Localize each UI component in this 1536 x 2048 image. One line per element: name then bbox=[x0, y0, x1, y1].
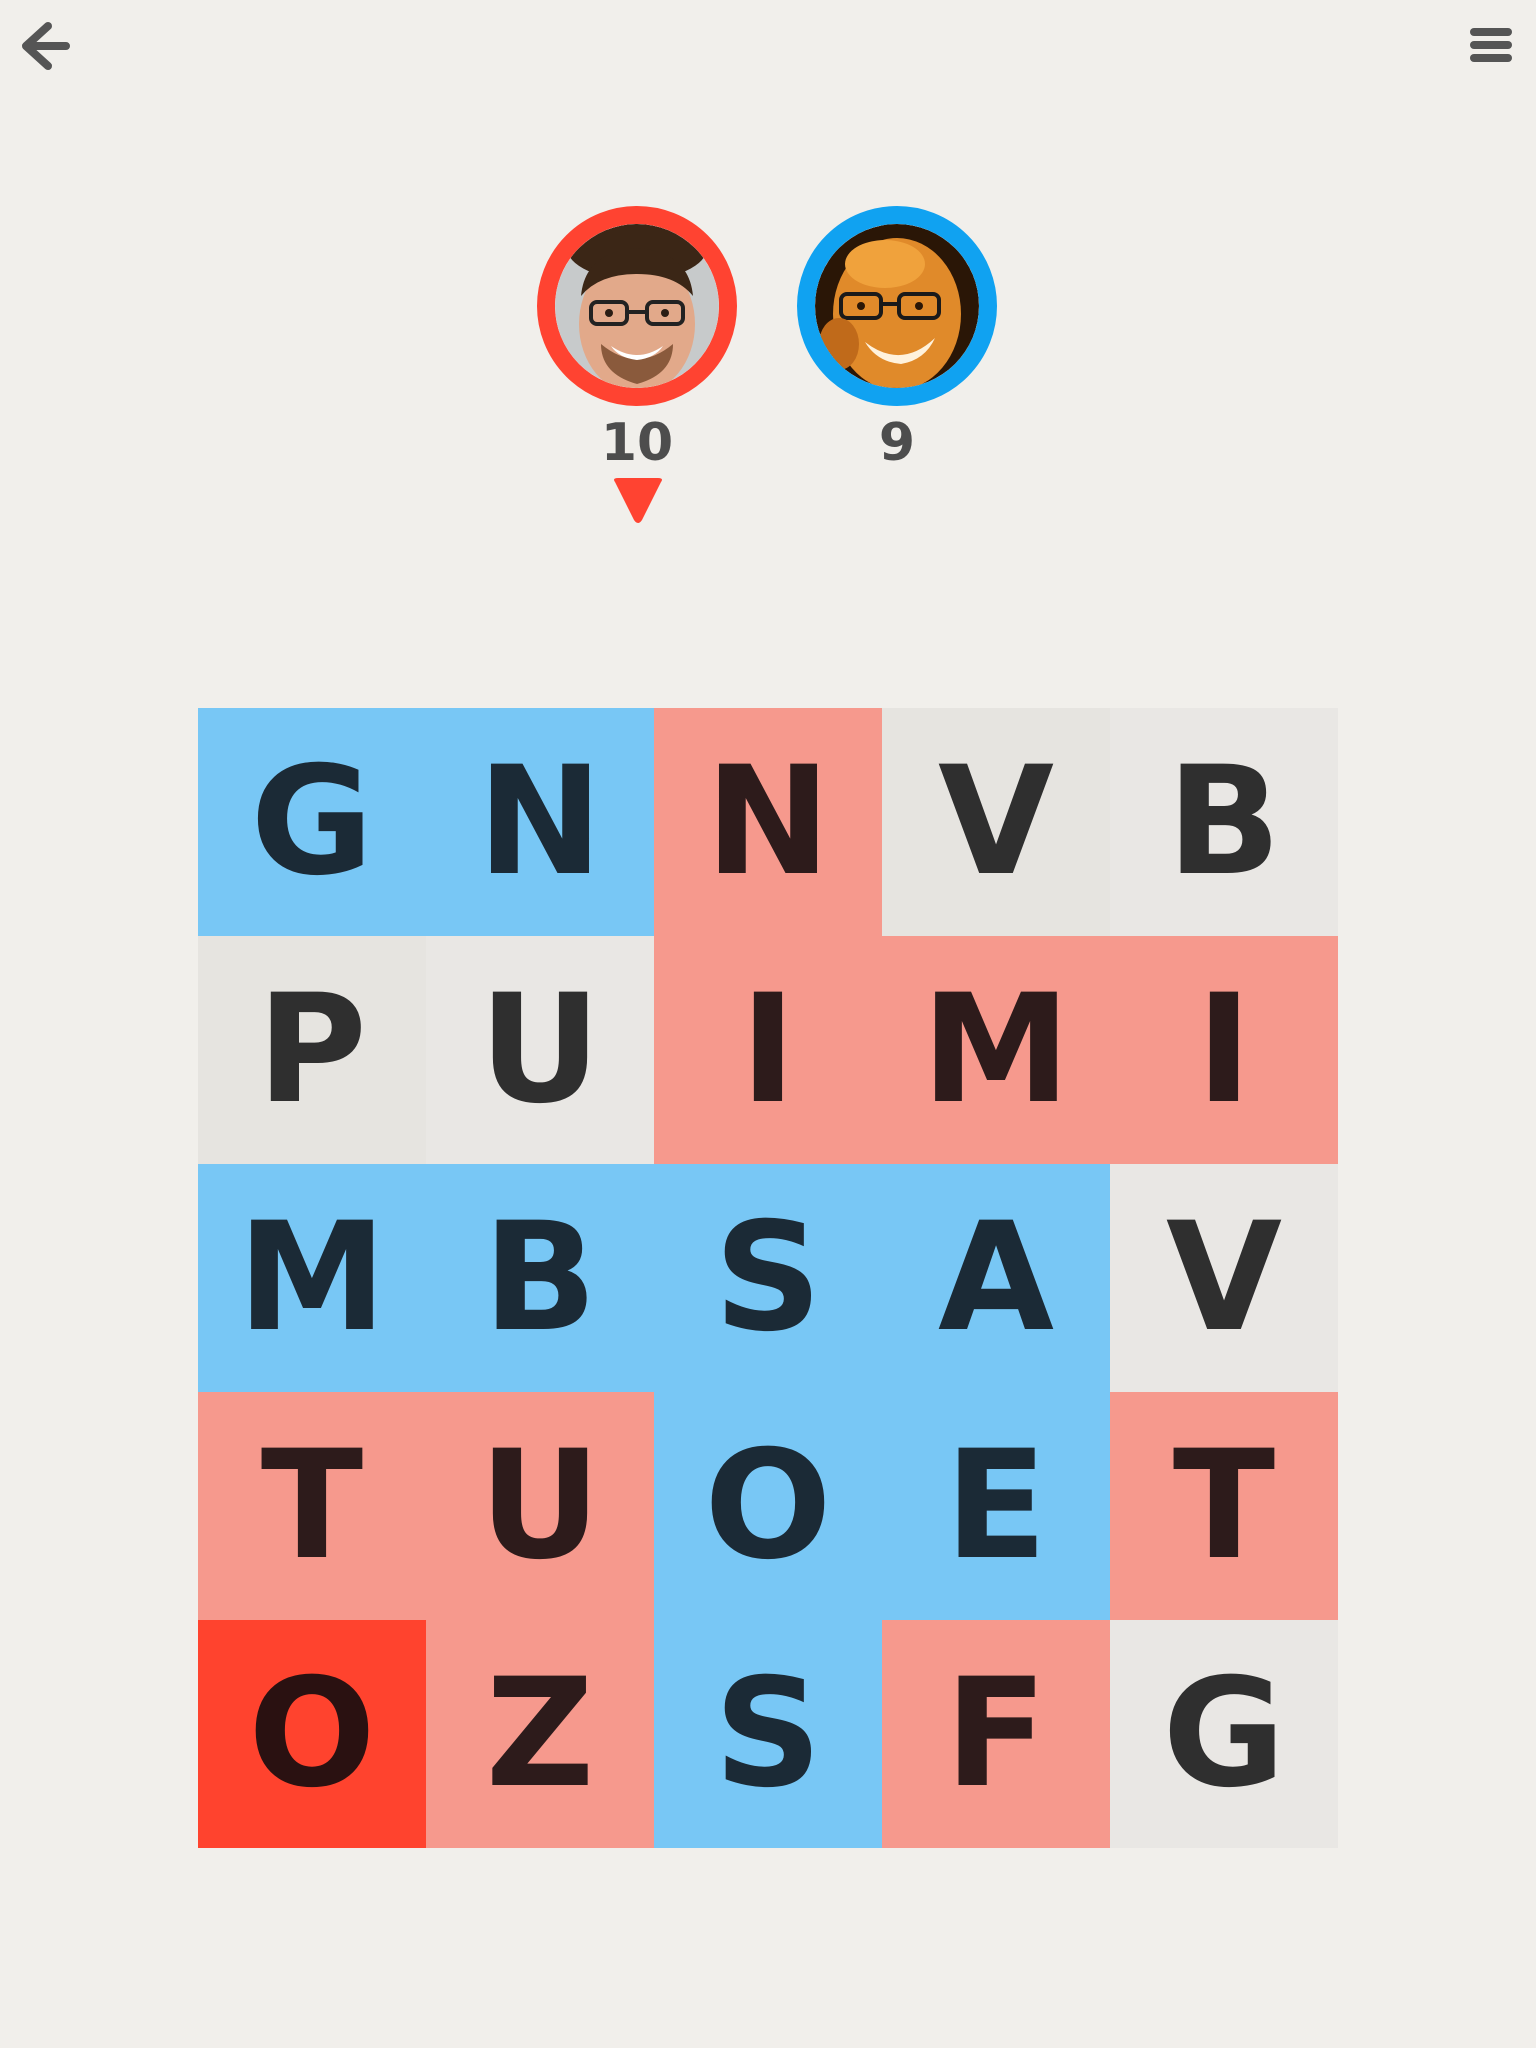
player-blue-avatar bbox=[797, 206, 997, 406]
letter-tile[interactable]: V bbox=[1110, 1164, 1338, 1392]
letter-tile[interactable]: O bbox=[198, 1620, 426, 1848]
letter-tile[interactable]: T bbox=[1110, 1392, 1338, 1620]
player-blue-score: 9 bbox=[878, 413, 916, 473]
letter-tile[interactable]: I bbox=[654, 936, 882, 1164]
letter-tile[interactable]: I bbox=[1110, 936, 1338, 1164]
letter-tile[interactable]: O bbox=[654, 1392, 882, 1620]
letter-tile[interactable]: E bbox=[882, 1392, 1110, 1620]
letter-tile[interactable]: P bbox=[198, 936, 426, 1164]
letter-tile[interactable]: V bbox=[882, 708, 1110, 936]
letter-tile[interactable]: A bbox=[882, 1164, 1110, 1392]
letter-board: GNNVBPUIMIMBSAVTUOETOZSFG bbox=[198, 708, 1338, 1848]
letter-tile[interactable]: F bbox=[882, 1620, 1110, 1848]
letter-tile[interactable]: B bbox=[426, 1164, 654, 1392]
letter-tile[interactable]: U bbox=[426, 1392, 654, 1620]
player-red-avatar bbox=[537, 206, 737, 406]
back-button[interactable] bbox=[14, 16, 74, 76]
arrow-left-icon bbox=[22, 22, 70, 70]
letter-tile[interactable]: T bbox=[198, 1392, 426, 1620]
menu-button[interactable] bbox=[1466, 20, 1518, 72]
letter-tile[interactable]: B bbox=[1110, 708, 1338, 936]
letter-tile[interactable]: M bbox=[882, 936, 1110, 1164]
letter-tile[interactable]: S bbox=[654, 1620, 882, 1848]
player-red-face-icon bbox=[555, 224, 719, 388]
letter-tile[interactable]: Z bbox=[426, 1620, 654, 1848]
player-red-score: 10 bbox=[600, 413, 674, 473]
letter-tile[interactable]: N bbox=[426, 708, 654, 936]
triangle-down-icon bbox=[614, 478, 662, 523]
player-blue-face-icon bbox=[815, 224, 979, 388]
letter-tile[interactable]: S bbox=[654, 1164, 882, 1392]
letter-tile[interactable]: U bbox=[426, 936, 654, 1164]
letter-tile[interactable]: N bbox=[654, 708, 882, 936]
letter-tile[interactable]: G bbox=[198, 708, 426, 936]
hamburger-menu-icon bbox=[1470, 28, 1512, 62]
letter-tile[interactable]: M bbox=[198, 1164, 426, 1392]
letter-tile[interactable]: G bbox=[1110, 1620, 1338, 1848]
